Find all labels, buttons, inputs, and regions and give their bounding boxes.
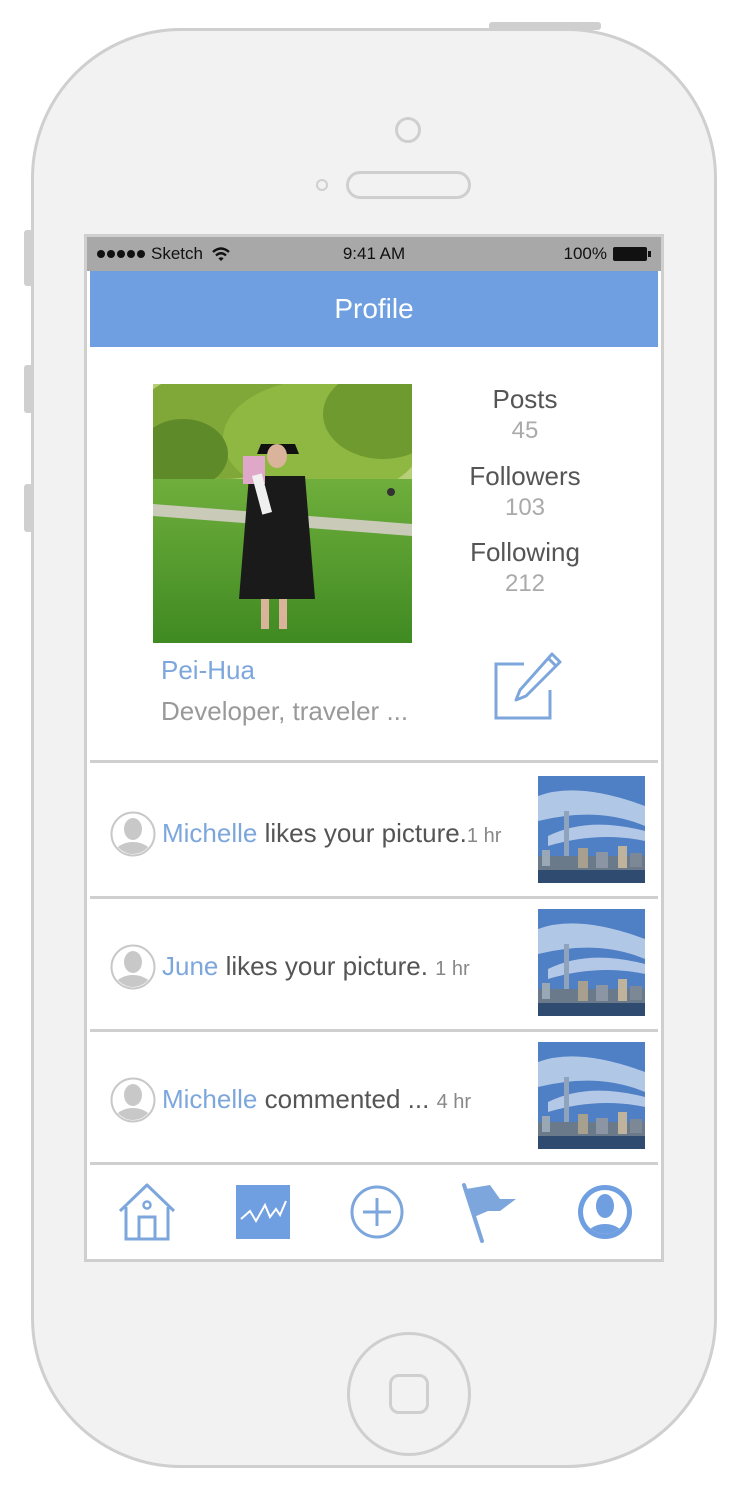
tab-bar [90, 1165, 658, 1259]
activity-icon[interactable] [232, 1181, 294, 1243]
notification-user[interactable]: Michelle [162, 1084, 257, 1114]
page-title: Profile [334, 293, 414, 324]
front-camera [395, 117, 421, 143]
notification-item[interactable]: June likes your picture. 1 hr [90, 899, 658, 1032]
user-avatar-icon [110, 1077, 156, 1123]
notification-time: 1 hr [466, 825, 502, 847]
navigation-bar: Profile [90, 271, 658, 347]
following-label: Following [470, 537, 580, 567]
battery-percent: 100% [563, 244, 607, 263]
flag-icon[interactable] [460, 1181, 522, 1243]
notification-text: June likes your picture. 1 hr [162, 951, 470, 982]
add-icon[interactable] [346, 1181, 408, 1243]
volume-down-button [24, 484, 33, 532]
following-count: 212 [504, 570, 546, 597]
followers-count: 103 [504, 494, 546, 521]
volume-up-button [24, 365, 33, 413]
posts-label: Posts [492, 384, 558, 414]
notification-time: 4 hr [436, 1091, 472, 1113]
notification-text: Michelle commented ... 4 hr [162, 1084, 471, 1115]
power-button [489, 22, 601, 30]
notification-item[interactable]: Michelle commented ... 4 hr [90, 1032, 658, 1165]
profile-photo[interactable] [153, 384, 412, 643]
edit-profile-icon[interactable] [494, 650, 564, 722]
notification-thumbnail[interactable] [538, 909, 645, 1016]
mute-switch [24, 230, 33, 286]
hardware-home-button[interactable] [347, 1332, 471, 1456]
notification-user[interactable]: Michelle [162, 818, 257, 848]
notification-text: Michelle likes your picture.1 hr [162, 818, 501, 849]
status-bar-right: 100% [563, 237, 651, 271]
profile-name[interactable]: Pei-Hua [161, 655, 255, 686]
notification-time: 1 hr [435, 958, 470, 980]
notification-thumbnail[interactable] [538, 776, 645, 883]
posts-count: 45 [511, 417, 539, 444]
earpiece-speaker [346, 171, 471, 199]
profile-icon[interactable] [574, 1181, 636, 1243]
user-avatar-icon [110, 811, 156, 857]
home-button-square [389, 1374, 429, 1414]
screen: Sketch 9:41 AM 100% Profile Posts 45 Fol… [84, 234, 664, 1262]
notification-action: likes your picture. [225, 951, 428, 981]
proximity-sensor [316, 179, 328, 191]
notification-item[interactable]: Michelle likes your picture.1 hr [90, 766, 658, 899]
followers-label: Followers [469, 461, 581, 491]
profile-header: Posts 45 Followers 103 Following 212 Pei… [90, 350, 658, 763]
profile-bio: Developer, traveler ... [161, 696, 409, 726]
notification-action: likes your picture. [264, 818, 467, 848]
home-icon[interactable] [116, 1181, 178, 1243]
user-avatar-icon [110, 944, 156, 990]
posts-stat[interactable]: Posts 45 [450, 384, 600, 445]
notification-action: commented ... [264, 1084, 430, 1114]
notification-user[interactable]: June [162, 951, 218, 981]
notification-thumbnail[interactable] [538, 1042, 645, 1149]
following-stat[interactable]: Following 212 [450, 537, 600, 598]
battery-icon [613, 247, 651, 261]
status-bar: Sketch 9:41 AM 100% [87, 237, 661, 271]
followers-stat[interactable]: Followers 103 [450, 461, 600, 522]
